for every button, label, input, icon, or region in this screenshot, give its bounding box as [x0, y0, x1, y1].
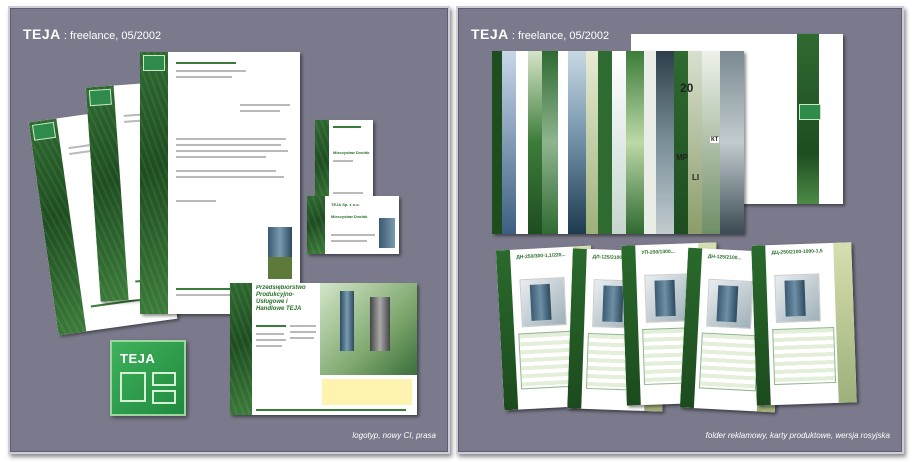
ad-headline: Przedsiębiorstwo Produkcyjno-Usługowe i … — [256, 285, 306, 312]
business-card-horizontal: TEJA Sp. z o.o. Mieczysław Dvořák — [307, 196, 399, 254]
machine-photo — [370, 297, 390, 351]
machine-photo — [268, 227, 292, 257]
folder-mark: 20 — [680, 81, 694, 95]
panel-corporate-identity: TEJA : freelance, 05/2002 Mieczysław Dvo… — [8, 6, 450, 454]
teja-logo-icon — [143, 55, 165, 71]
ad-highlight-box — [322, 379, 412, 405]
machine-photo — [340, 291, 354, 351]
panel-title: TEJA : freelance, 05/2002 — [23, 26, 161, 42]
title-brand: TEJA — [471, 26, 509, 42]
title-detail: : freelance, 05/2002 — [63, 30, 162, 42]
press-advertisement: Przedsiębiorstwo Produkcyjno-Usługowe i … — [230, 283, 417, 415]
machine-photo — [268, 257, 292, 279]
product-title: ДН-125/2100... — [707, 253, 742, 262]
logo-block-shape — [152, 372, 176, 386]
teja-logo-icon — [88, 88, 112, 107]
panel-brochures: TEJA : freelance, 05/2002 20 MP LI КТ ДН… — [456, 6, 904, 454]
teja-logo-icon — [32, 121, 57, 141]
ad-photo — [320, 283, 417, 375]
machine-photo — [379, 218, 395, 248]
product-title: УП-200/1300... — [641, 248, 675, 257]
card-holder-name: Mieczysław Dvořák — [333, 150, 370, 155]
panel-title: TEJA : freelance, 05/2002 — [471, 26, 609, 42]
panel-caption: folder reklamowy, karty produktowe, wers… — [705, 431, 890, 440]
letterhead-sheet-front — [140, 52, 300, 314]
title-brand: TEJA — [23, 26, 61, 42]
product-title: ДН-250/300-1,1/220... — [516, 251, 566, 261]
folder-mark: LI — [692, 173, 700, 182]
folder-mark: КТ — [710, 137, 720, 143]
title-detail: : freelance, 05/2002 — [511, 30, 610, 42]
folder-mark: MP — [676, 153, 688, 162]
panel-caption: logotyp, nowy CI, prasa — [352, 431, 436, 440]
product-spec-table — [772, 326, 837, 386]
product-spec-table — [698, 332, 759, 392]
logo-wordmark: TEJA — [120, 351, 156, 366]
logo-block-shape — [120, 372, 146, 402]
logo-block-shape — [152, 390, 176, 404]
product-title: ДЦ-250/2100-1000-1,5 — [771, 248, 823, 257]
card-brand: TEJA Sp. z o.o. — [331, 202, 360, 207]
teja-logo-icon — [799, 104, 821, 120]
folder-front-spread: 20 MP LI КТ — [492, 51, 744, 234]
teja-logo: TEJA — [110, 340, 186, 416]
product-card: ДЦ-250/2100-1000-1,5 — [751, 242, 857, 406]
card-holder-name: Mieczysław Dvořák — [331, 214, 368, 219]
